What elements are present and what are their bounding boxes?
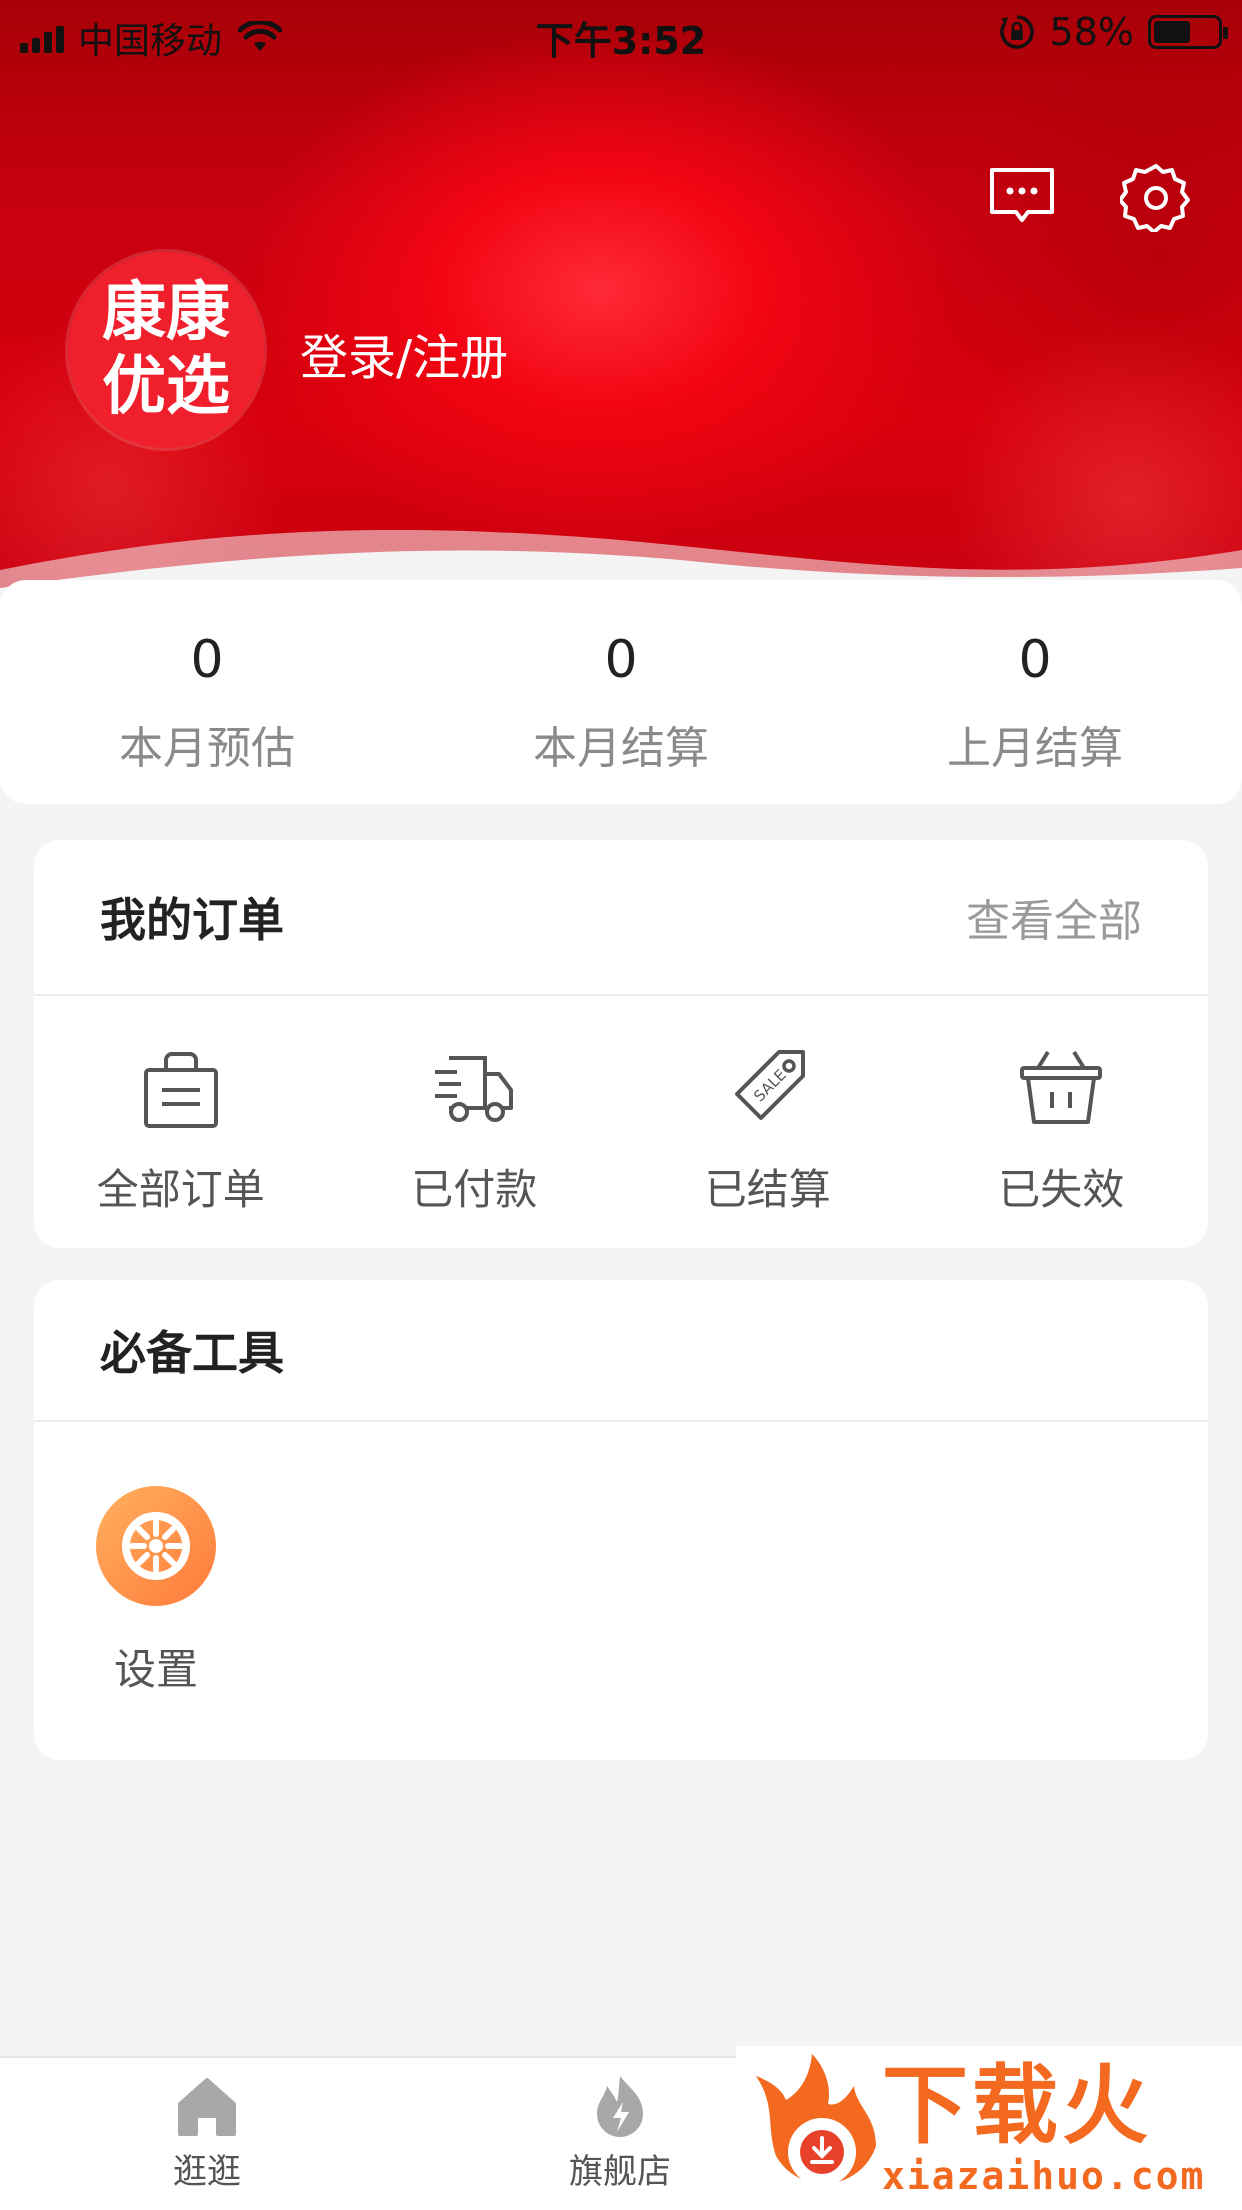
basket-icon [1020, 1050, 1103, 1124]
order-all[interactable]: 全部订单 [34, 996, 328, 1246]
watermark-url: xiazaihuo.com [882, 2154, 1206, 2198]
stat-value: 0 [604, 630, 638, 690]
stat-this-month-estimate[interactable]: 0 本月预估 [0, 580, 414, 804]
wheel-icon [96, 1486, 216, 1606]
login-register-link[interactable]: 登录/注册 [300, 318, 508, 388]
order-settled[interactable]: SALE 已结算 [621, 996, 915, 1246]
svg-text:SALE: SALE [750, 1066, 790, 1106]
stat-label: 上月结算 [947, 723, 1123, 774]
sale-tag-icon: SALE [734, 1050, 805, 1120]
settings-icon[interactable] [1118, 160, 1192, 234]
tab-browse[interactable]: 逛逛 [107, 2072, 307, 2193]
stat-value: 0 [1018, 630, 1052, 690]
tab-flagship-store[interactable]: 旗舰店 [520, 2072, 720, 2193]
essential-tools-card: 必备工具 设置 [34, 1280, 1208, 1760]
earnings-summary: 0 本月预估 0 本月结算 0 上月结算 [0, 580, 1242, 804]
avatar[interactable]: 康康 优选 [68, 252, 264, 448]
message-icon[interactable] [986, 160, 1058, 232]
my-orders-card: 我的订单 查看全部 全部订单 已付款 SALE 已结算 已失效 [34, 840, 1208, 1248]
orders-title: 我的订单 [100, 893, 284, 947]
watermark-brand: 下载火 [882, 2056, 1152, 2156]
order-label: 已付款 [411, 1165, 538, 1214]
view-all-orders-link[interactable]: 查看全部 [966, 885, 1142, 949]
tool-settings[interactable]: 设置 [96, 1486, 216, 1697]
order-label: 已失效 [998, 1165, 1125, 1214]
orientation-lock-icon [999, 15, 1034, 49]
stat-label: 本月结算 [533, 723, 709, 774]
stat-label: 本月预估 [119, 723, 295, 774]
order-label: 已结算 [704, 1165, 831, 1214]
tab-label: 逛逛 [173, 2152, 241, 2192]
home-icon [178, 2078, 236, 2136]
delivery-truck-icon [435, 1056, 514, 1122]
battery-fill [1154, 21, 1190, 43]
order-paid[interactable]: 已付款 [328, 996, 622, 1246]
status-bar: 中国移动 下午3:52 58% [0, 0, 1242, 64]
shopping-bag-icon [143, 1052, 218, 1128]
stat-value: 0 [190, 630, 224, 690]
order-label: 全部订单 [96, 1165, 265, 1214]
watermark: 下载火 xiazaihuo.com [736, 2046, 1242, 2208]
tab-label: 旗舰店 [569, 2152, 671, 2192]
order-invalid[interactable]: 已失效 [915, 996, 1209, 1246]
watermark-logo-icon [756, 2054, 876, 2186]
stat-last-month-settled[interactable]: 0 上月结算 [828, 580, 1242, 804]
stat-this-month-settled[interactable]: 0 本月结算 [414, 580, 828, 804]
tool-label: 设置 [113, 1645, 198, 1694]
battery-icon [1148, 15, 1228, 49]
battery-percent: 58% [1049, 10, 1134, 54]
flame-icon [597, 2076, 643, 2137]
avatar-line2: 优选 [102, 350, 230, 424]
avatar-line1: 康康 [102, 276, 230, 350]
tools-title: 必备工具 [100, 1326, 284, 1380]
